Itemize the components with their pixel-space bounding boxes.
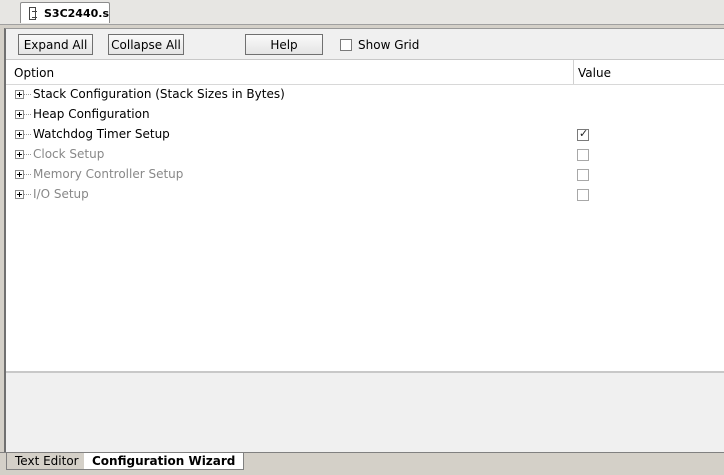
tree-row[interactable]: Heap Configuration (6, 105, 724, 125)
file-tab-label: S3C2440.s (44, 6, 109, 20)
description-pane (6, 371, 724, 455)
toolbar: Expand All Collapse All Help Show Grid (6, 29, 724, 60)
tab-text-editor[interactable]: Text Editor (6, 453, 87, 470)
table-header: Option Value (6, 60, 724, 85)
tab-configuration-wizard[interactable]: Configuration Wizard (84, 453, 245, 470)
tree-connector (24, 134, 31, 135)
help-button[interactable]: Help (245, 34, 323, 55)
expand-plus-icon[interactable] (15, 170, 24, 179)
io-setup-checkbox[interactable] (577, 189, 589, 201)
expand-all-button[interactable]: Expand All (18, 34, 93, 55)
collapse-all-button[interactable]: Collapse All (108, 34, 184, 55)
expand-plus-icon[interactable] (15, 130, 24, 139)
value-column-header[interactable]: Value (578, 66, 611, 80)
option-tree: Stack Configuration (Stack Sizes in Byte… (6, 85, 724, 205)
tree-row-label: Heap Configuration (33, 107, 150, 121)
file-tab-strip: S3C2440.s (0, 0, 724, 25)
clock-setup-checkbox[interactable] (577, 149, 589, 161)
file-tab[interactable]: S3C2440.s (20, 2, 110, 23)
tree-connector (24, 194, 31, 195)
tree-connector (24, 154, 31, 155)
tree-row[interactable]: Clock Setup (6, 145, 724, 165)
tree-connector (24, 174, 31, 175)
document-icon (29, 6, 37, 20)
tree-row[interactable]: I/O Setup (6, 185, 724, 205)
tree-row-label: Watchdog Timer Setup (33, 127, 170, 141)
expand-plus-icon[interactable] (15, 190, 24, 199)
memory-controller-checkbox[interactable] (577, 169, 589, 181)
column-divider[interactable] (573, 60, 574, 84)
bottom-tab-bar: Text Editor Configuration Wizard (0, 452, 724, 475)
show-grid-checkbox[interactable] (340, 39, 352, 51)
configuration-wizard-panel: Expand All Collapse All Help Show Grid O… (4, 28, 724, 455)
expand-plus-icon[interactable] (15, 90, 24, 99)
tree-row[interactable]: Watchdog Timer Setup (6, 125, 724, 145)
tree-row[interactable]: Memory Controller Setup (6, 165, 724, 185)
show-grid-toggle[interactable]: Show Grid (340, 38, 419, 52)
tree-row-label: Stack Configuration (Stack Sizes in Byte… (33, 87, 285, 101)
expand-plus-icon[interactable] (15, 110, 24, 119)
tree-connector (24, 114, 31, 115)
expand-plus-icon[interactable] (15, 150, 24, 159)
tree-row-label: Clock Setup (33, 147, 105, 161)
tree-connector (24, 94, 31, 95)
option-column-header[interactable]: Option (14, 66, 54, 80)
show-grid-label: Show Grid (358, 38, 420, 52)
tree-row-label: Memory Controller Setup (33, 167, 184, 181)
tree-row[interactable]: Stack Configuration (Stack Sizes in Byte… (6, 85, 724, 105)
watchdog-enable-checkbox[interactable] (577, 127, 589, 141)
tree-row-label: I/O Setup (33, 187, 89, 201)
